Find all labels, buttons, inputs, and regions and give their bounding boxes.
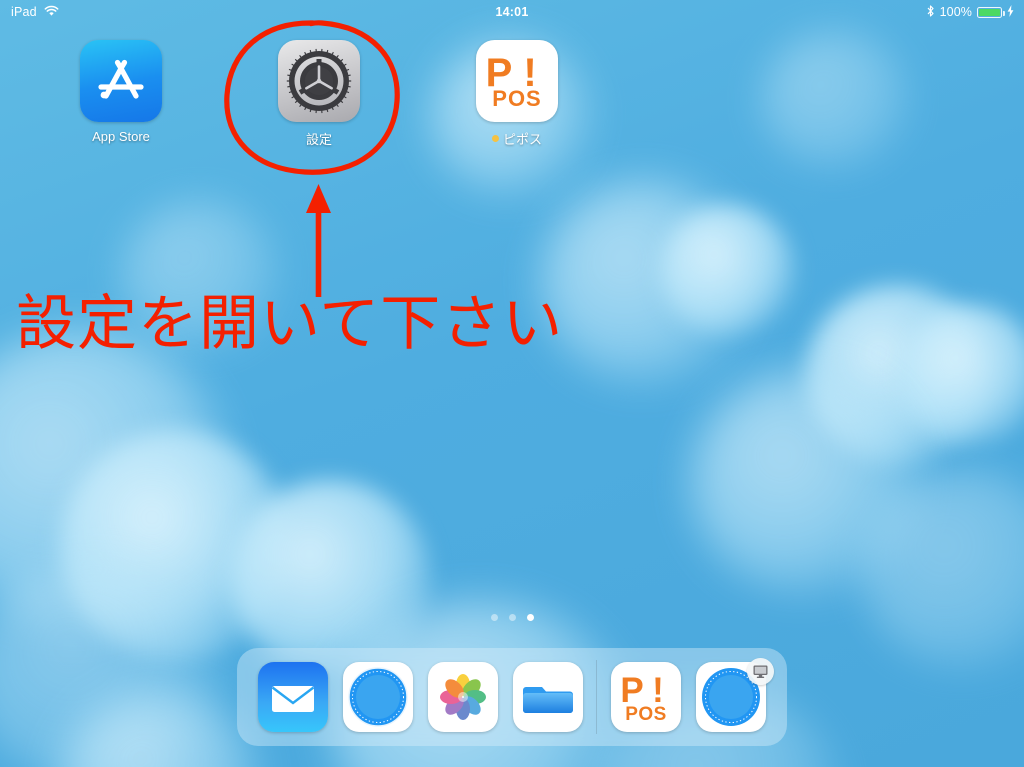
dock-app-photos[interactable] <box>421 662 506 732</box>
photos-pinwheel-icon <box>428 662 499 732</box>
battery-icon <box>977 6 1005 18</box>
page-dot-3-active[interactable] <box>526 614 534 621</box>
svg-text:POS: POS <box>492 86 541 111</box>
status-time: 14:01 <box>495 5 529 19</box>
ipad-home-screen: iPad 14:01 100% App Store 設定 P ! POS ピポス… <box>0 0 1024 767</box>
dock-app-files[interactable] <box>505 662 590 732</box>
desktop-display-icon <box>746 658 774 685</box>
annotation-instruction-text: 設定を開いて下さい <box>16 289 564 359</box>
bluetooth-icon <box>926 4 935 21</box>
app-store-icon <box>80 40 162 122</box>
app-icon-settings[interactable]: 設定 <box>220 40 418 148</box>
page-dot-1[interactable] <box>490 614 498 621</box>
dock-recent-safari[interactable] <box>688 658 774 732</box>
dock-app-safari[interactable] <box>336 662 421 732</box>
dock: P ! POS <box>237 648 787 746</box>
dock-divider <box>596 660 598 734</box>
settings-gear-icon <box>278 40 360 122</box>
app-icon-app-store[interactable]: App Store <box>22 40 220 148</box>
dock-app-mail[interactable] <box>251 662 336 732</box>
page-dot-2[interactable] <box>508 614 516 621</box>
files-folder-icon <box>512 662 583 732</box>
new-app-badge-dot <box>491 135 499 142</box>
app-icon-pipos[interactable]: P ! POS ピポス <box>418 40 616 148</box>
pipos-pos-icon: P ! POS <box>476 40 558 122</box>
svg-text:POS: POS <box>625 704 667 725</box>
status-bar: iPad 14:01 100% <box>0 0 1024 24</box>
wifi-icon <box>44 5 59 20</box>
app-label: App Store <box>92 129 150 144</box>
app-label: ピポス <box>491 129 542 148</box>
pipos-pos-icon: P ! POS <box>610 662 681 732</box>
dock-recent-pipos[interactable]: P ! POS <box>603 662 688 732</box>
charging-bolt-icon <box>1007 4 1014 20</box>
status-device-label: iPad <box>11 5 37 19</box>
home-icon-grid: App Store 設定 P ! POS ピポス <box>0 40 1024 148</box>
mail-envelope-icon <box>258 662 329 732</box>
page-indicator-dots[interactable] <box>0 614 1024 621</box>
battery-percent: 100% <box>939 5 972 19</box>
app-label: 設定 <box>305 132 332 147</box>
safari-compass-icon <box>343 662 414 732</box>
